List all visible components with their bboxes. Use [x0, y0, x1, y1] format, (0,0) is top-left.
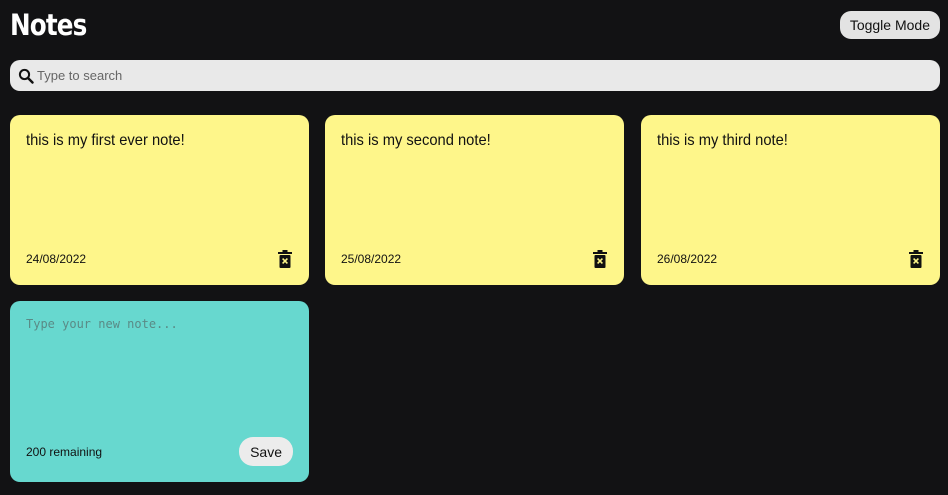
header: Notes Toggle Mode — [10, 5, 940, 45]
note-date: 26/08/2022 — [657, 252, 718, 266]
page-title: Notes — [10, 8, 87, 42]
search-bar[interactable] — [10, 60, 940, 91]
note-footer: 25/08/2022 — [341, 249, 608, 269]
note-text: this is my first ever note! — [26, 132, 185, 149]
save-button[interactable]: Save — [239, 437, 293, 466]
note-text: this is my second note! — [341, 132, 491, 149]
delete-note-icon[interactable] — [277, 249, 293, 269]
delete-note-icon[interactable] — [592, 249, 608, 269]
search-input[interactable] — [37, 68, 917, 83]
note-card: this is my third note! 26/08/2022 — [641, 115, 940, 285]
toggle-mode-button[interactable]: Toggle Mode — [839, 11, 940, 39]
note-text: this is my third note! — [657, 132, 788, 149]
new-note-footer: 200 remaining Save — [26, 437, 293, 466]
new-note-card: 200 remaining Save — [10, 301, 309, 482]
new-note-textarea[interactable] — [26, 317, 293, 427]
note-footer: 26/08/2022 — [657, 249, 924, 269]
note-date: 25/08/2022 — [341, 252, 402, 266]
note-card: this is my first ever note! 24/08/2022 — [10, 115, 309, 285]
note-footer: 24/08/2022 — [26, 249, 293, 269]
delete-note-icon[interactable] — [908, 249, 924, 269]
characters-remaining: 200 remaining — [26, 444, 103, 459]
note-card: this is my second note! 25/08/2022 — [325, 115, 624, 285]
search-icon — [18, 68, 34, 84]
note-date: 24/08/2022 — [26, 252, 87, 266]
notes-app: Notes Toggle Mode this is my first ever … — [0, 0, 948, 495]
